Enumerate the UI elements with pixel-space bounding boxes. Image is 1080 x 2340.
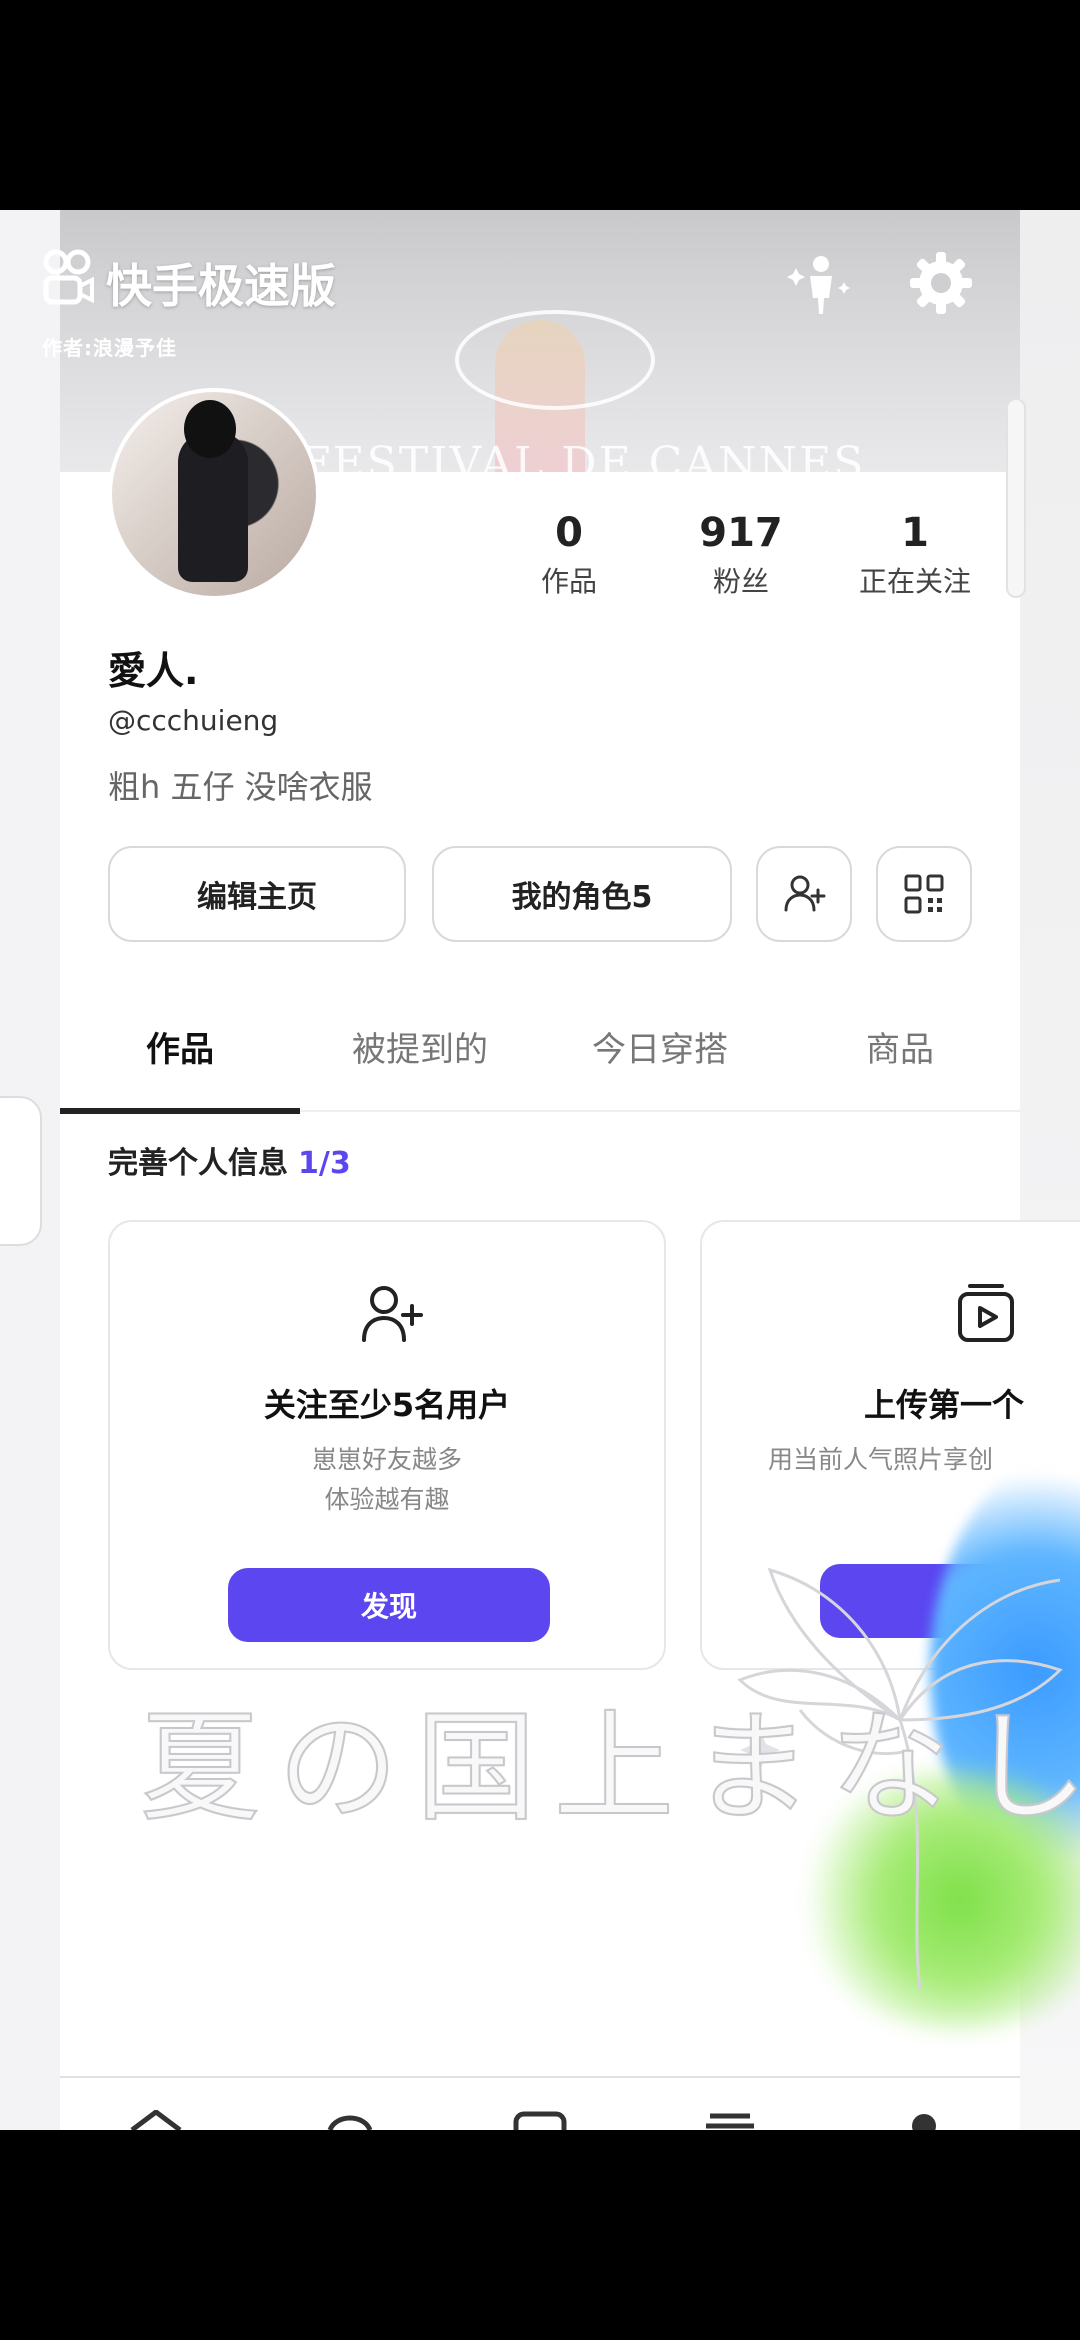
stat-works-count: 0: [555, 510, 583, 556]
task-desc-line: 体验越有趣: [324, 1485, 450, 1514]
task-desc-line: 崽崽好友越多: [311, 1445, 462, 1474]
profile-screen: FESTIVAL DE CANNES 快手极速版 作者:浪漫予佳 0 作品 91…: [0, 210, 1080, 2130]
create-icon[interactable]: [510, 2110, 570, 2130]
task-description: 崽崽好友越多 体验越有趣: [110, 1440, 664, 1520]
upload-video-icon: [958, 1284, 1014, 1342]
me-icon[interactable]: [894, 2110, 954, 2130]
task-title: 关注至少5名用户: [263, 1386, 511, 1424]
user-handle[interactable]: @ccchuieng: [108, 704, 278, 737]
discover-button[interactable]: 发现: [228, 1568, 550, 1642]
top-letterbox: [0, 0, 1080, 210]
tab-mentions[interactable]: 被提到的: [300, 980, 540, 1112]
stat-works[interactable]: 0 作品: [494, 510, 644, 600]
banner-text: FESTIVAL DE CANNES: [300, 438, 866, 472]
tab-products[interactable]: 商品: [780, 980, 1020, 1112]
stat-following-count: 1: [901, 510, 929, 556]
side-peek-strip: [1006, 398, 1026, 598]
messages-icon[interactable]: [700, 2110, 760, 2130]
visitor-icon[interactable]: [786, 248, 856, 318]
tab-todays-outfit[interactable]: 今日穿搭: [540, 980, 780, 1112]
profile-tabs: 作品 被提到的 今日穿搭 商品: [60, 980, 1020, 1114]
stat-following-label: 正在关注: [858, 565, 971, 598]
tab-active-indicator: [60, 1108, 300, 1114]
stat-works-label: 作品: [540, 565, 597, 598]
edit-profile-button[interactable]: 编辑主页: [108, 846, 406, 942]
watermark-text: 夏の国上まなし: [139, 1698, 1080, 1839]
nickname: 愛人.: [108, 649, 199, 693]
tab-works-label: 作品: [146, 1029, 214, 1070]
task-card-follow: 关注至少5名用户 崽崽好友越多 体验越有趣 发现: [108, 1220, 666, 1670]
side-drawer-handle[interactable]: [0, 1096, 42, 1246]
author-credit: 作者:浪漫予佳: [42, 336, 177, 360]
settings-gear-icon[interactable]: [906, 248, 976, 318]
tab-works[interactable]: 作品: [60, 980, 300, 1114]
stat-following[interactable]: 1 正在关注: [840, 510, 990, 600]
bottom-letterbox: [0, 2130, 1080, 2340]
stat-fans-count: 917: [699, 510, 783, 556]
home-icon[interactable]: [126, 2110, 186, 2130]
complete-info-progress: 1/3: [298, 1146, 351, 1181]
complete-info-label: 完善个人信息: [108, 1146, 288, 1181]
stat-fans-label: 粉丝: [712, 565, 769, 598]
kuaishou-logo-icon: [43, 249, 94, 305]
banner-emblem: [455, 310, 655, 410]
avatar-hair: [184, 400, 236, 458]
app-name: 快手极速版: [106, 259, 336, 313]
qr-code-icon: [904, 874, 944, 914]
complete-info-title: 完善个人信息 1/3: [108, 1138, 351, 1182]
friends-icon[interactable]: [320, 2110, 380, 2130]
stat-fans[interactable]: 917 粉丝: [666, 510, 816, 600]
add-user-icon: [362, 1286, 423, 1342]
qr-code-button[interactable]: [876, 846, 972, 942]
bio: 粗h 五仔 没啥衣服: [108, 768, 373, 806]
add-friend-button[interactable]: [756, 846, 852, 942]
my-roles-button[interactable]: 我的角色5: [432, 846, 732, 942]
avatar[interactable]: [108, 388, 320, 600]
add-user-icon: [784, 875, 826, 912]
